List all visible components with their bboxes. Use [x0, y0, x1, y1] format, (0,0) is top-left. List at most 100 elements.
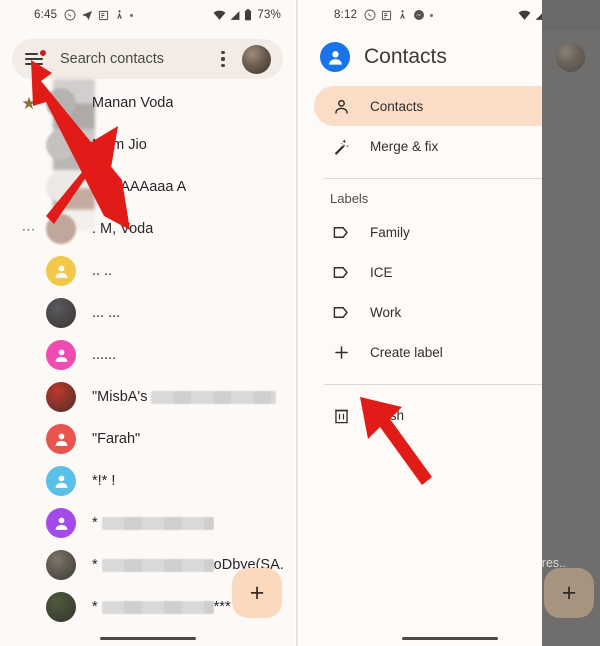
contact-row[interactable]: "MisbA's	[0, 376, 295, 418]
google-contacts-icon	[320, 42, 350, 72]
dot-icon	[130, 13, 134, 17]
menu-notification-dot	[39, 49, 47, 57]
contact-name: Mom Jio	[92, 137, 147, 153]
drawer-divider-2	[324, 384, 576, 385]
hamburger-menu-icon[interactable]	[24, 48, 47, 70]
drawer-scrim[interactable]	[542, 0, 600, 646]
contact-name: Manan Voda	[92, 95, 174, 111]
trash-label: Trash	[370, 407, 405, 423]
contact-row[interactable]: "Farah"	[0, 418, 295, 460]
label-tag-icon	[330, 223, 352, 242]
whatsapp-icon	[64, 9, 76, 21]
contact-list[interactable]: ★ Manan Voda Mom Jio TaraAAAaaa A ⋯ . M, Voda…	[0, 79, 295, 628]
drawer-item-contacts-label: Contacts	[370, 98, 424, 114]
left-gesture-nav-bar[interactable]	[0, 636, 295, 640]
contact-avatar[interactable]	[46, 340, 76, 370]
contact-row[interactable]: ⋯ . M, Voda	[0, 208, 295, 250]
contact-name: *!* !	[92, 473, 116, 489]
plus-icon: +	[249, 578, 265, 607]
status-bar-clock: 6:45	[34, 9, 58, 21]
status-bar-left-group: 6:45	[0, 9, 213, 21]
contact-avatar[interactable]	[46, 592, 76, 622]
contact-row[interactable]: ★ Manan Voda	[0, 82, 295, 124]
telegram-icon	[81, 9, 93, 21]
contact-name: "Farah"	[92, 431, 141, 447]
account-avatar[interactable]	[242, 44, 271, 74]
contact-avatar[interactable]	[46, 382, 76, 412]
scrim-account-avatar	[556, 43, 585, 72]
trash-icon	[330, 406, 352, 425]
contact-row[interactable]: *!* !	[0, 460, 295, 502]
status-bar-right-group: 73%	[213, 9, 281, 21]
contact-row[interactable]: *	[0, 502, 295, 544]
right-phone-screen: 8:12 Contacts Contacts Merge & fix Label…	[300, 0, 600, 646]
contact-avatar[interactable]	[46, 214, 76, 244]
scrim-add-fab: +	[544, 568, 594, 618]
magic-wand-icon	[330, 137, 352, 156]
contact-avatar[interactable]	[46, 130, 76, 160]
plus-icon-create-label	[330, 343, 352, 362]
contact-name: .. ..	[92, 263, 113, 279]
contact-name: "MisbA's	[92, 389, 277, 405]
contact-name: * ***	[92, 599, 231, 615]
contact-name: *	[92, 515, 214, 531]
messenger-icon	[413, 9, 425, 21]
person-running-icon-2	[397, 9, 408, 21]
label-work-text: Work	[370, 304, 402, 320]
contact-name: . M, Voda	[92, 221, 154, 237]
contact-row[interactable]: ......	[0, 334, 295, 376]
contact-avatar[interactable]	[46, 88, 76, 118]
contact-name: TaraAAAaaa A	[92, 179, 187, 195]
drawer-divider-1	[324, 178, 576, 179]
scrim-status-bar	[542, 0, 600, 30]
contact-avatar[interactable]	[46, 550, 76, 580]
battery-percent: 73%	[257, 9, 281, 21]
drawer-item-merge-label: Merge & fix	[370, 138, 439, 154]
whatsapp-icon-2	[364, 9, 376, 21]
screenshot-stage: 6:45 73% Search contacts ★ Manan Voda Mo…	[0, 0, 600, 646]
contact-name: ......	[92, 347, 117, 363]
search-input[interactable]: Search contacts	[60, 51, 214, 67]
create-label-text: Create label	[370, 344, 443, 360]
panel-divider	[296, 0, 298, 646]
label-family-text: Family	[370, 224, 410, 240]
label-tag-icon-2	[330, 263, 352, 282]
redacted-name-block	[151, 390, 277, 404]
left-phone-screen: 6:45 73% Search contacts ★ Manan Voda Mo…	[0, 0, 295, 646]
favorite-star-icon: ★	[21, 93, 37, 113]
contact-avatar[interactable]	[46, 256, 76, 286]
person-running-icon	[114, 9, 125, 21]
contact-avatar[interactable]	[46, 172, 76, 202]
battery-icon	[244, 9, 252, 21]
redacted-name-block	[101, 558, 214, 572]
person-icon	[330, 97, 352, 116]
add-contact-fab[interactable]: +	[232, 568, 282, 618]
left-status-bar: 6:45 73%	[0, 0, 295, 30]
contact-row[interactable]: TaraAAAaaa A	[0, 166, 295, 208]
contact-avatar[interactable]	[46, 466, 76, 496]
label-tag-icon-3	[330, 303, 352, 322]
contact-row[interactable]: .. ..	[0, 250, 295, 292]
more-rows-ellipsis: ⋯	[21, 221, 37, 237]
scrim-plus-icon: +	[561, 578, 577, 607]
wifi-icon-2	[518, 10, 531, 21]
kebab-menu-icon[interactable]	[214, 51, 232, 67]
contact-avatar[interactable]	[46, 424, 76, 454]
contact-avatar[interactable]	[46, 298, 76, 328]
contact-row[interactable]: ... ...	[0, 292, 295, 334]
status-bar-left-group-2: 8:12	[300, 9, 518, 21]
news-icon	[98, 10, 109, 21]
label-ice-text: ICE	[370, 264, 393, 280]
drawer-title: Contacts	[364, 45, 447, 68]
search-bar[interactable]: Search contacts	[12, 39, 283, 79]
right-gesture-nav-bar[interactable]	[300, 636, 600, 640]
dot-icon-2	[430, 13, 434, 17]
signal-icon	[229, 10, 241, 21]
contact-name: ... ...	[92, 305, 121, 321]
wifi-icon	[213, 10, 226, 21]
contact-row[interactable]: Mom Jio	[0, 124, 295, 166]
contact-avatar[interactable]	[46, 508, 76, 538]
news-icon-2	[381, 10, 392, 21]
contact-name-suffix: ***	[213, 599, 231, 615]
redacted-name-block	[101, 600, 214, 614]
